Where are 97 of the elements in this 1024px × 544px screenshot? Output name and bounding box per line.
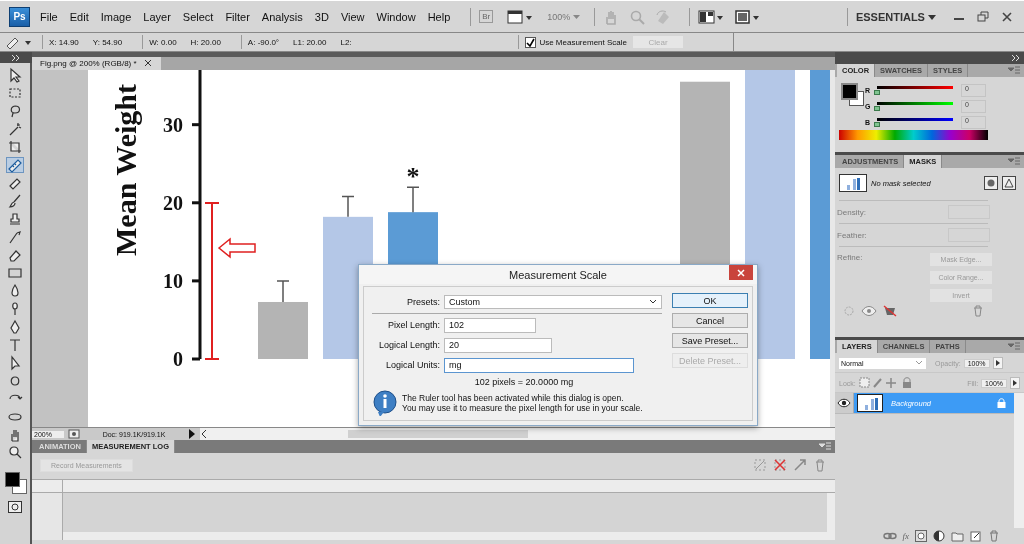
field-label: Refine: (837, 253, 863, 264)
collapse-icon[interactable] (12, 54, 20, 61)
layer-thumbnail (839, 174, 867, 192)
field-label: Feather: (837, 230, 867, 240)
link-icon[interactable] (882, 531, 897, 541)
document-tab[interactable]: Fig.png @ 200% (RGB/8) * (32, 57, 161, 70)
tick-label: 0 (173, 348, 183, 370)
new-layer-icon[interactable] (970, 530, 982, 542)
close-icon[interactable] (144, 60, 151, 66)
error-bar (406, 186, 420, 213)
menu-item[interactable]: Layer (143, 10, 171, 23)
collapse-icon[interactable] (1012, 55, 1020, 61)
arrange-documents-icon[interactable] (697, 8, 724, 25)
scrollbar[interactable] (830, 70, 835, 427)
tick-label: 10 (163, 269, 183, 292)
measurement-readout: A: -90.0° (247, 37, 280, 47)
input-field[interactable]: mg (444, 357, 634, 373)
arrow-drawing (217, 237, 256, 259)
vector-mask-icon[interactable] (1002, 176, 1016, 190)
caret-icon (572, 14, 580, 20)
info-message: The Ruler tool has been activated while this dialog is open. (402, 393, 625, 403)
checkbox[interactable] (525, 36, 537, 48)
measurement-readout: W: 0.00 (149, 37, 177, 47)
field-label: Logical Length: (377, 340, 440, 350)
menu-item[interactable]: Edit (69, 10, 89, 23)
workspace-dropdown[interactable]: ESSENTIALS (855, 10, 936, 23)
menu-item[interactable]: Window (376, 10, 416, 23)
color-spectrum[interactable] (839, 130, 988, 140)
input-field[interactable]: 20 (444, 337, 552, 353)
app-logo: Ps (9, 6, 30, 27)
menu-item[interactable]: Filter (225, 10, 250, 23)
menu-item[interactable]: 3D (314, 10, 329, 23)
caret-icon (915, 360, 923, 366)
folder-icon[interactable] (951, 530, 964, 542)
measurement-readout: Y: 54.90 (92, 37, 123, 47)
dialog-button[interactable]: OK (672, 293, 748, 308)
tick-label: 20 (163, 191, 183, 214)
disable-mask-icon[interactable] (883, 305, 897, 317)
menu-item[interactable]: Select (182, 10, 214, 23)
color-slider-drawing[interactable] (877, 117, 953, 127)
close-icon (737, 268, 745, 277)
deselect-icon[interactable] (773, 458, 787, 472)
scrollbar-thumb[interactable] (348, 430, 528, 438)
quick-mask-icon[interactable] (8, 501, 22, 513)
menu-item[interactable]: Analysis (261, 10, 303, 23)
field-label: Density: (837, 207, 866, 217)
layer-thumbnail (857, 394, 883, 412)
trash-icon[interactable] (988, 530, 1000, 542)
close-button[interactable] (729, 265, 753, 280)
dialog-button[interactable]: Save Preset... (672, 333, 748, 348)
screen-mode-icon[interactable] (733, 8, 760, 25)
bridge-button[interactable]: Br (479, 10, 494, 23)
scroll-left-icon[interactable] (200, 429, 208, 439)
color-swatches-drawing[interactable] (4, 471, 26, 493)
layer-style-button[interactable]: fx (902, 531, 909, 541)
caret-icon (649, 299, 657, 305)
add-mask-icon[interactable] (915, 530, 927, 542)
info-icon (372, 390, 398, 416)
pixel-mask-icon[interactable] (984, 176, 998, 190)
zoom-icon[interactable] (6, 445, 24, 461)
eye-icon[interactable] (837, 398, 851, 408)
adjustment-layer-icon[interactable] (933, 530, 945, 542)
field-label: Logical Units: (384, 360, 440, 370)
status-icon[interactable] (68, 429, 80, 439)
slider-arrow-icon[interactable] (1010, 377, 1020, 389)
scrollbar[interactable] (1014, 393, 1024, 528)
presets-dropdown[interactable]: Custom (444, 295, 662, 309)
crop-icon[interactable] (6, 139, 24, 155)
menu-arrow-icon[interactable] (188, 429, 196, 439)
info-message: You may use it to measure the pixel length for use in your scale. (402, 403, 643, 413)
ruler-icon[interactable] (4, 35, 34, 49)
restore-icon[interactable] (976, 9, 990, 24)
menu-item[interactable]: File (40, 10, 58, 23)
error-bar (341, 195, 355, 218)
measurement-readout: H: 20.00 (190, 37, 221, 47)
field-label: Pixel Length: (386, 320, 440, 330)
scale-result: 102 pixels = 20.0000 mg (473, 377, 575, 387)
caret-icon (928, 14, 936, 21)
measurement-readout: L1: 20.00 (293, 37, 327, 47)
field-label: Presets: (406, 297, 440, 307)
checkbox-label[interactable]: Use Measurement Scale (539, 37, 627, 47)
dialog-button[interactable]: Cancel (672, 313, 748, 328)
input-field[interactable]: 102 (444, 317, 536, 333)
view-extras-icon[interactable] (507, 9, 534, 24)
ruler-icon[interactable] (6, 157, 24, 173)
error-bar (276, 280, 290, 303)
close-icon[interactable] (1000, 9, 1014, 24)
axis-title: Mean Weight (109, 84, 142, 256)
measurement-readout: L2: (340, 37, 352, 47)
menu-item[interactable]: View (340, 10, 365, 23)
tick-label: 30 (163, 113, 183, 136)
slider-arrow-icon[interactable] (992, 357, 1003, 369)
menu-item[interactable]: Help (427, 10, 451, 23)
menu-item[interactable]: Image (100, 10, 132, 23)
significance-mark: * (406, 162, 420, 192)
dialog-title: Measurement Scale (509, 268, 607, 281)
measurement-readout: X: 14.90 (49, 37, 79, 47)
